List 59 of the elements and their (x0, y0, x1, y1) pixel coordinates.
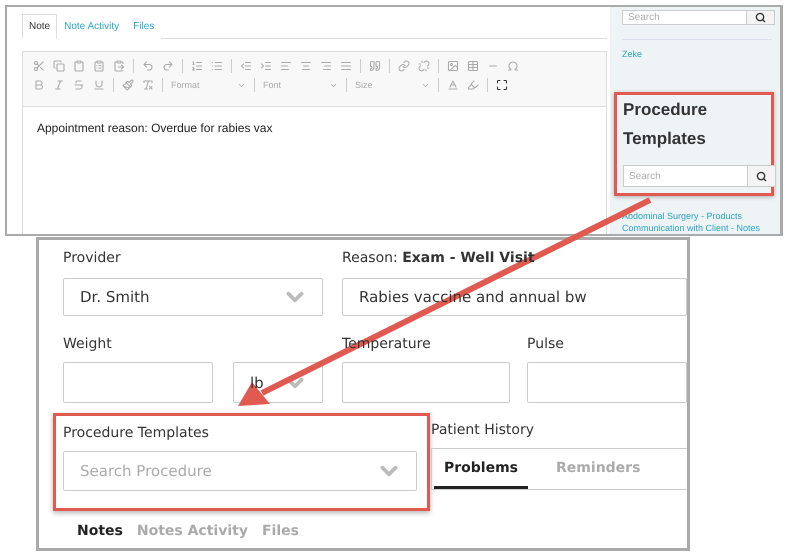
search-icon (755, 12, 766, 24)
field-label: Provider (63, 249, 121, 268)
table-icon[interactable] (467, 60, 479, 72)
link-icon[interactable] (398, 60, 410, 72)
procedure-select[interactable]: Search Procedure (63, 451, 417, 491)
rich-text-editor[interactable]: Format Font Size Appointment reason: Overdue for rabies vax (22, 51, 607, 234)
align-right-icon[interactable] (320, 60, 332, 72)
field-label: Pulse (527, 335, 564, 354)
weight-input[interactable] (63, 362, 213, 403)
size-dropdown[interactable]: Size (355, 80, 430, 90)
tab[interactable]: Notes (77, 523, 123, 539)
clipboard-icon[interactable] (73, 60, 85, 72)
search-button[interactable] (747, 166, 775, 186)
quote-icon[interactable] (369, 60, 381, 72)
search-button[interactable] (746, 11, 774, 24)
text-color-icon[interactable] (447, 79, 459, 91)
field-label: Procedure Templates (63, 424, 209, 443)
search-icon (756, 170, 767, 182)
paste-word-icon[interactable] (113, 60, 125, 72)
font-dropdown[interactable]: Font (263, 80, 338, 90)
copy-icon[interactable] (53, 60, 65, 72)
outdent-icon[interactable] (240, 60, 252, 72)
undo-icon[interactable] (142, 60, 154, 72)
paste-text-icon[interactable] (93, 60, 105, 72)
strikethrough-icon[interactable] (73, 79, 85, 91)
bold-icon[interactable] (33, 79, 45, 91)
maximize-icon[interactable] (496, 79, 508, 91)
template-link[interactable]: Communication with Client - Notes (622, 222, 774, 234)
tab[interactable]: Reminders (546, 449, 650, 489)
numbered-list-icon[interactable] (191, 60, 203, 72)
search-field[interactable]: Search (623, 165, 776, 187)
justify-icon[interactable] (340, 60, 352, 72)
field-label: Weight (63, 335, 112, 354)
temperature-input[interactable] (342, 362, 510, 403)
tab[interactable]: Notes Activity (136, 523, 248, 539)
format-dropdown[interactable]: Format (171, 80, 246, 90)
indent-icon[interactable] (260, 60, 272, 72)
image-icon[interactable] (447, 60, 459, 72)
highlighter-icon[interactable] (467, 79, 479, 91)
redo-icon[interactable] (162, 60, 174, 72)
unlink-icon[interactable] (418, 60, 430, 72)
section-heading: Procedure Templates (623, 99, 708, 150)
scissors-icon[interactable] (33, 60, 45, 72)
pulse-input[interactable] (527, 362, 687, 403)
patient-link[interactable]: Zeke (622, 48, 774, 60)
tab[interactable]: Note (22, 14, 58, 39)
search-field[interactable]: Search (622, 10, 775, 26)
tab[interactable]: Files (262, 523, 299, 539)
provider-select[interactable]: Dr. Smith (63, 278, 323, 316)
clear-format-icon[interactable] (142, 79, 154, 91)
underline-icon[interactable] (93, 79, 105, 91)
omega-icon[interactable] (507, 60, 519, 72)
tab[interactable]: Problems (434, 449, 528, 489)
field-label: Patient History (431, 421, 534, 440)
italic-icon[interactable] (53, 79, 65, 91)
note-text: Appointment reason: Overdue for rabies vax (36, 120, 274, 137)
align-center-icon[interactable] (300, 60, 312, 72)
align-left-icon[interactable] (280, 60, 292, 72)
brush-icon[interactable] (122, 79, 134, 91)
